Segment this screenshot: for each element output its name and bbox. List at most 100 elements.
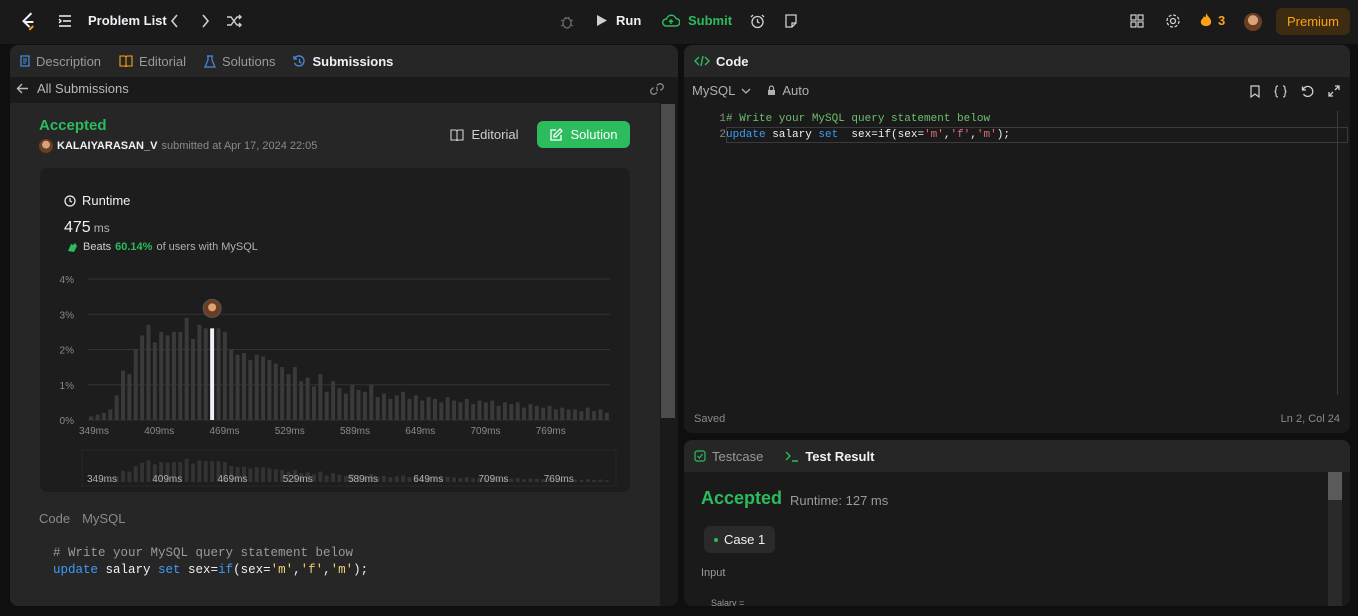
editor-toolbar: MySQL Auto [692,83,809,98]
editorial-button[interactable]: Editorial [440,121,528,148]
tab-testcase-label: Testcase [712,448,764,464]
chart-bar [286,374,291,420]
chart-x-tick: 649ms [405,426,435,437]
editor-keyword: update [726,129,766,141]
list-icon [58,14,71,27]
submitted-code: # Write your MySQL query statement below… [39,535,631,595]
chart-bar [541,407,546,420]
run-button[interactable]: Run [596,13,641,28]
chart-bar [496,405,501,420]
tab-test-result[interactable]: Test Result [785,449,874,464]
streak-counter[interactable]: 3 [1200,13,1225,28]
next-problem-icon[interactable] [200,13,210,29]
chart-bar [477,400,482,420]
chart-bar [401,391,406,420]
all-submissions-link[interactable]: All Submissions [16,81,129,96]
link-icon[interactable] [650,83,664,95]
overview-bar [127,471,132,482]
chart-bar [146,324,151,420]
overview-bar [331,473,336,482]
submit-label: Submit [688,13,733,28]
shuffle-icon[interactable] [226,14,242,28]
reset-icon[interactable] [1301,85,1314,98]
code-string: 'm' [270,563,294,577]
code-string: 'm' [330,563,354,577]
all-submissions-label: All Submissions [37,81,129,96]
overview-bar [522,479,527,482]
chart-bar-highlight [210,328,215,420]
chart-bar [515,402,520,420]
chart-bar [299,381,304,420]
bookmark-icon[interactable] [1250,85,1260,98]
result-scrollbar-thumb[interactable] [1328,472,1342,500]
overview-bar [191,463,196,482]
editor-string: 'm' [976,129,997,141]
alarm-clock-icon[interactable] [750,14,765,29]
chart-bar [573,409,577,420]
chart-bar [171,331,176,420]
runtime-distribution-chart[interactable]: 4% 3% 2% 1% 0% 349ms 349ms 409ms 409ms 469ms 469ms… [40,168,630,494]
book-icon [119,55,133,67]
overview-bar [210,461,215,482]
code-string: 'f' [300,563,324,577]
result-scrollbar[interactable] [1328,472,1342,606]
chart-bar [464,398,469,420]
chart-bar [547,405,552,420]
submitter-name[interactable]: KALAIYARASAN_V [57,140,157,152]
tab-testcase[interactable]: Testcase [694,449,763,464]
chart-bar [566,409,571,420]
overview-bar [267,468,272,482]
tab-description[interactable]: Description [20,54,101,69]
debug-icon[interactable] [560,14,574,30]
tab-description-label: Description [36,53,102,69]
code-editor-text[interactable]: # Write your MySQL query statement below… [726,111,1010,143]
chart-bar [471,404,476,420]
lang-tab[interactable]: MySQL [82,511,125,526]
code-editor-panel: Code MySQL Auto 12 # Write your MySQL qu… [684,45,1350,433]
tab-submissions[interactable]: Submissions [293,54,393,69]
language-select[interactable]: MySQL [692,83,751,98]
layout-icon[interactable] [1130,14,1144,28]
problem-list-label: Problem List [88,13,167,28]
overview-bar [273,469,278,482]
overview-bar [318,471,323,482]
tab-solutions[interactable]: Solutions [204,54,275,69]
overview-bar [261,467,266,482]
overview-bar [382,476,386,482]
case-1-tab[interactable]: Case 1 [704,526,776,553]
chart-bar [458,402,463,420]
book-icon [449,128,464,141]
chart-bar [254,354,259,420]
left-scrollbar[interactable] [661,104,675,418]
user-avatar[interactable] [1244,13,1262,31]
chart-bar [292,367,297,420]
result-runtime: Runtime: 127 ms [790,493,889,508]
overview-bar [452,477,457,482]
code-keyword-set: set [158,563,181,577]
overview-bar [509,478,514,482]
format-braces-icon[interactable] [1274,85,1287,98]
settings-gear-icon[interactable] [1165,13,1181,29]
overview-x-tick: 709ms [478,474,508,485]
premium-button[interactable]: Premium [1276,8,1350,35]
tab-editorial[interactable]: Editorial [119,54,186,69]
submitter-avatar [39,139,53,153]
submit-button[interactable]: Submit [662,13,732,28]
editor-title[interactable]: Code [716,54,749,69]
note-icon[interactable] [784,14,798,28]
auto-mode[interactable]: Auto [767,83,809,98]
expand-icon[interactable] [1328,85,1340,97]
chart-bar [382,393,386,420]
editor-text: (sex= [891,129,925,141]
tab-submissions-label: Submissions [312,53,394,69]
prev-problem-icon[interactable] [170,13,180,29]
overview-bar [394,476,399,482]
overview-x-tick: 529ms [283,474,313,485]
overview-bar [140,462,145,482]
code-tab[interactable]: Code [39,511,70,526]
overview-x-tick: 409ms [152,474,182,485]
leetcode-logo[interactable] [18,11,40,33]
problem-list-button[interactable]: Problem List [58,13,167,28]
solution-button[interactable]: Solution [537,121,630,148]
chart-bar [369,384,374,420]
